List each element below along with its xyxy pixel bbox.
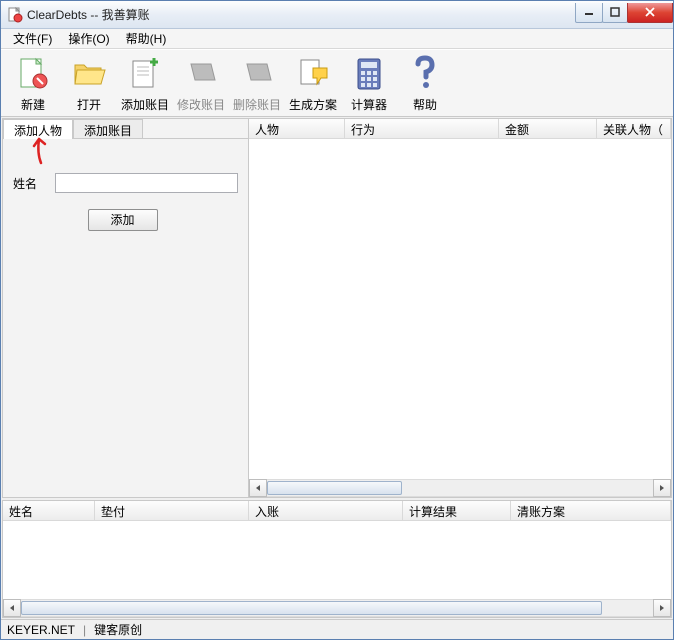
lower-pane: 姓名 垫付 入账 计算结果 清账方案 <box>2 500 672 618</box>
status-sep: | <box>83 623 86 637</box>
statusbar: KEYER.NET | 键客原创 <box>1 619 673 639</box>
tool-edit-entry[interactable]: 修改账目 <box>173 52 229 114</box>
upper-pane: 添加 人物 添加账目 姓名 添加 <box>2 118 672 498</box>
scroll-thumb[interactable] <box>21 601 602 615</box>
tool-help-label: 帮助 <box>413 96 437 113</box>
main-window: ClearDebts -- 我善算账 文件(F) 操作(O) 帮助(H) 新建 … <box>0 0 674 640</box>
entry-edit-icon <box>181 54 221 94</box>
workarea: 添加 人物 添加账目 姓名 添加 <box>1 117 673 619</box>
titlebar[interactable]: ClearDebts -- 我善算账 <box>1 1 673 29</box>
col-related[interactable]: 关联人物（ <box>597 119 671 138</box>
name-input[interactable] <box>55 173 238 193</box>
tool-new[interactable]: 新建 <box>5 52 61 114</box>
menu-operate[interactable]: 操作(O) <box>60 28 117 49</box>
tool-del-entry-label: 删除账目 <box>233 96 281 113</box>
close-button[interactable] <box>627 3 673 23</box>
col-name[interactable]: 姓名 <box>3 501 95 520</box>
tool-calculator-label: 计算器 <box>351 96 387 113</box>
folder-icon <box>69 54 109 94</box>
tool-del-entry[interactable]: 删除账目 <box>229 52 285 114</box>
maximize-button[interactable] <box>602 3 628 23</box>
entry-plus-icon <box>125 54 165 94</box>
col-calc-result[interactable]: 计算结果 <box>403 501 511 520</box>
menubar: 文件(F) 操作(O) 帮助(H) <box>1 29 673 49</box>
new-doc-icon <box>13 54 53 94</box>
window-controls <box>576 3 673 23</box>
form-row-name: 姓名 <box>13 173 238 193</box>
tool-edit-entry-label: 修改账目 <box>177 96 225 113</box>
window-title: ClearDebts -- 我善算账 <box>27 6 576 23</box>
scroll-track[interactable] <box>267 479 653 497</box>
col-action[interactable]: 行为 <box>345 119 499 138</box>
scroll-left-icon[interactable] <box>249 479 267 497</box>
right-pane: 人物 行为 金额 关联人物（ <box>249 119 671 497</box>
calculator-icon <box>349 54 389 94</box>
tool-gen-plan-label: 生成方案 <box>289 96 337 113</box>
left-pane: 添加人物 添加账目 姓名 添加 <box>3 119 249 497</box>
scroll-thumb[interactable] <box>267 481 402 495</box>
app-icon <box>7 7 23 23</box>
help-icon <box>405 54 445 94</box>
grid-bottom-scrollbar[interactable] <box>3 599 671 617</box>
gen-plan-icon <box>293 54 333 94</box>
tab-add-entry[interactable]: 添加账目 <box>73 119 143 139</box>
name-label: 姓名 <box>13 175 47 192</box>
grid-bottom-header: 姓名 垫付 入账 计算结果 清账方案 <box>3 501 671 521</box>
tool-help[interactable]: 帮助 <box>397 52 453 114</box>
col-amount[interactable]: 金额 <box>499 119 597 138</box>
tool-open[interactable]: 打开 <box>61 52 117 114</box>
tool-open-label: 打开 <box>77 96 101 113</box>
tool-new-label: 新建 <box>21 96 45 113</box>
scroll-track[interactable] <box>21 599 653 617</box>
grid-bottom-body[interactable] <box>3 521 671 599</box>
grid-top-body[interactable] <box>249 139 671 479</box>
annotation-arrow-icon <box>31 135 51 165</box>
col-plan[interactable]: 清账方案 <box>511 501 671 520</box>
toolbar: 新建 打开 添加账目 修改账目 删除账目 生成方案 计算器 帮助 <box>1 49 673 117</box>
grid-top-scrollbar[interactable] <box>249 479 671 497</box>
col-paid[interactable]: 垫付 <box>95 501 249 520</box>
tool-add-entry-label: 添加账目 <box>121 96 169 113</box>
status-author: 键客原创 <box>94 621 142 638</box>
scroll-right-icon[interactable] <box>653 479 671 497</box>
scroll-right-icon[interactable] <box>653 599 671 617</box>
grid-top-header: 人物 行为 金额 关联人物（ <box>249 119 671 139</box>
tab-body: 姓名 添加 <box>3 139 248 497</box>
entry-del-icon <box>237 54 277 94</box>
scroll-left-icon[interactable] <box>3 599 21 617</box>
menu-help[interactable]: 帮助(H) <box>118 28 175 49</box>
tool-calculator[interactable]: 计算器 <box>341 52 397 114</box>
status-site: KEYER.NET <box>7 623 75 637</box>
col-income[interactable]: 入账 <box>249 501 403 520</box>
minimize-button[interactable] <box>575 3 603 23</box>
tool-add-entry[interactable]: 添加账目 <box>117 52 173 114</box>
add-button[interactable]: 添加 <box>88 209 158 231</box>
tool-gen-plan[interactable]: 生成方案 <box>285 52 341 114</box>
menu-file[interactable]: 文件(F) <box>5 28 60 49</box>
col-person[interactable]: 人物 <box>249 119 345 138</box>
